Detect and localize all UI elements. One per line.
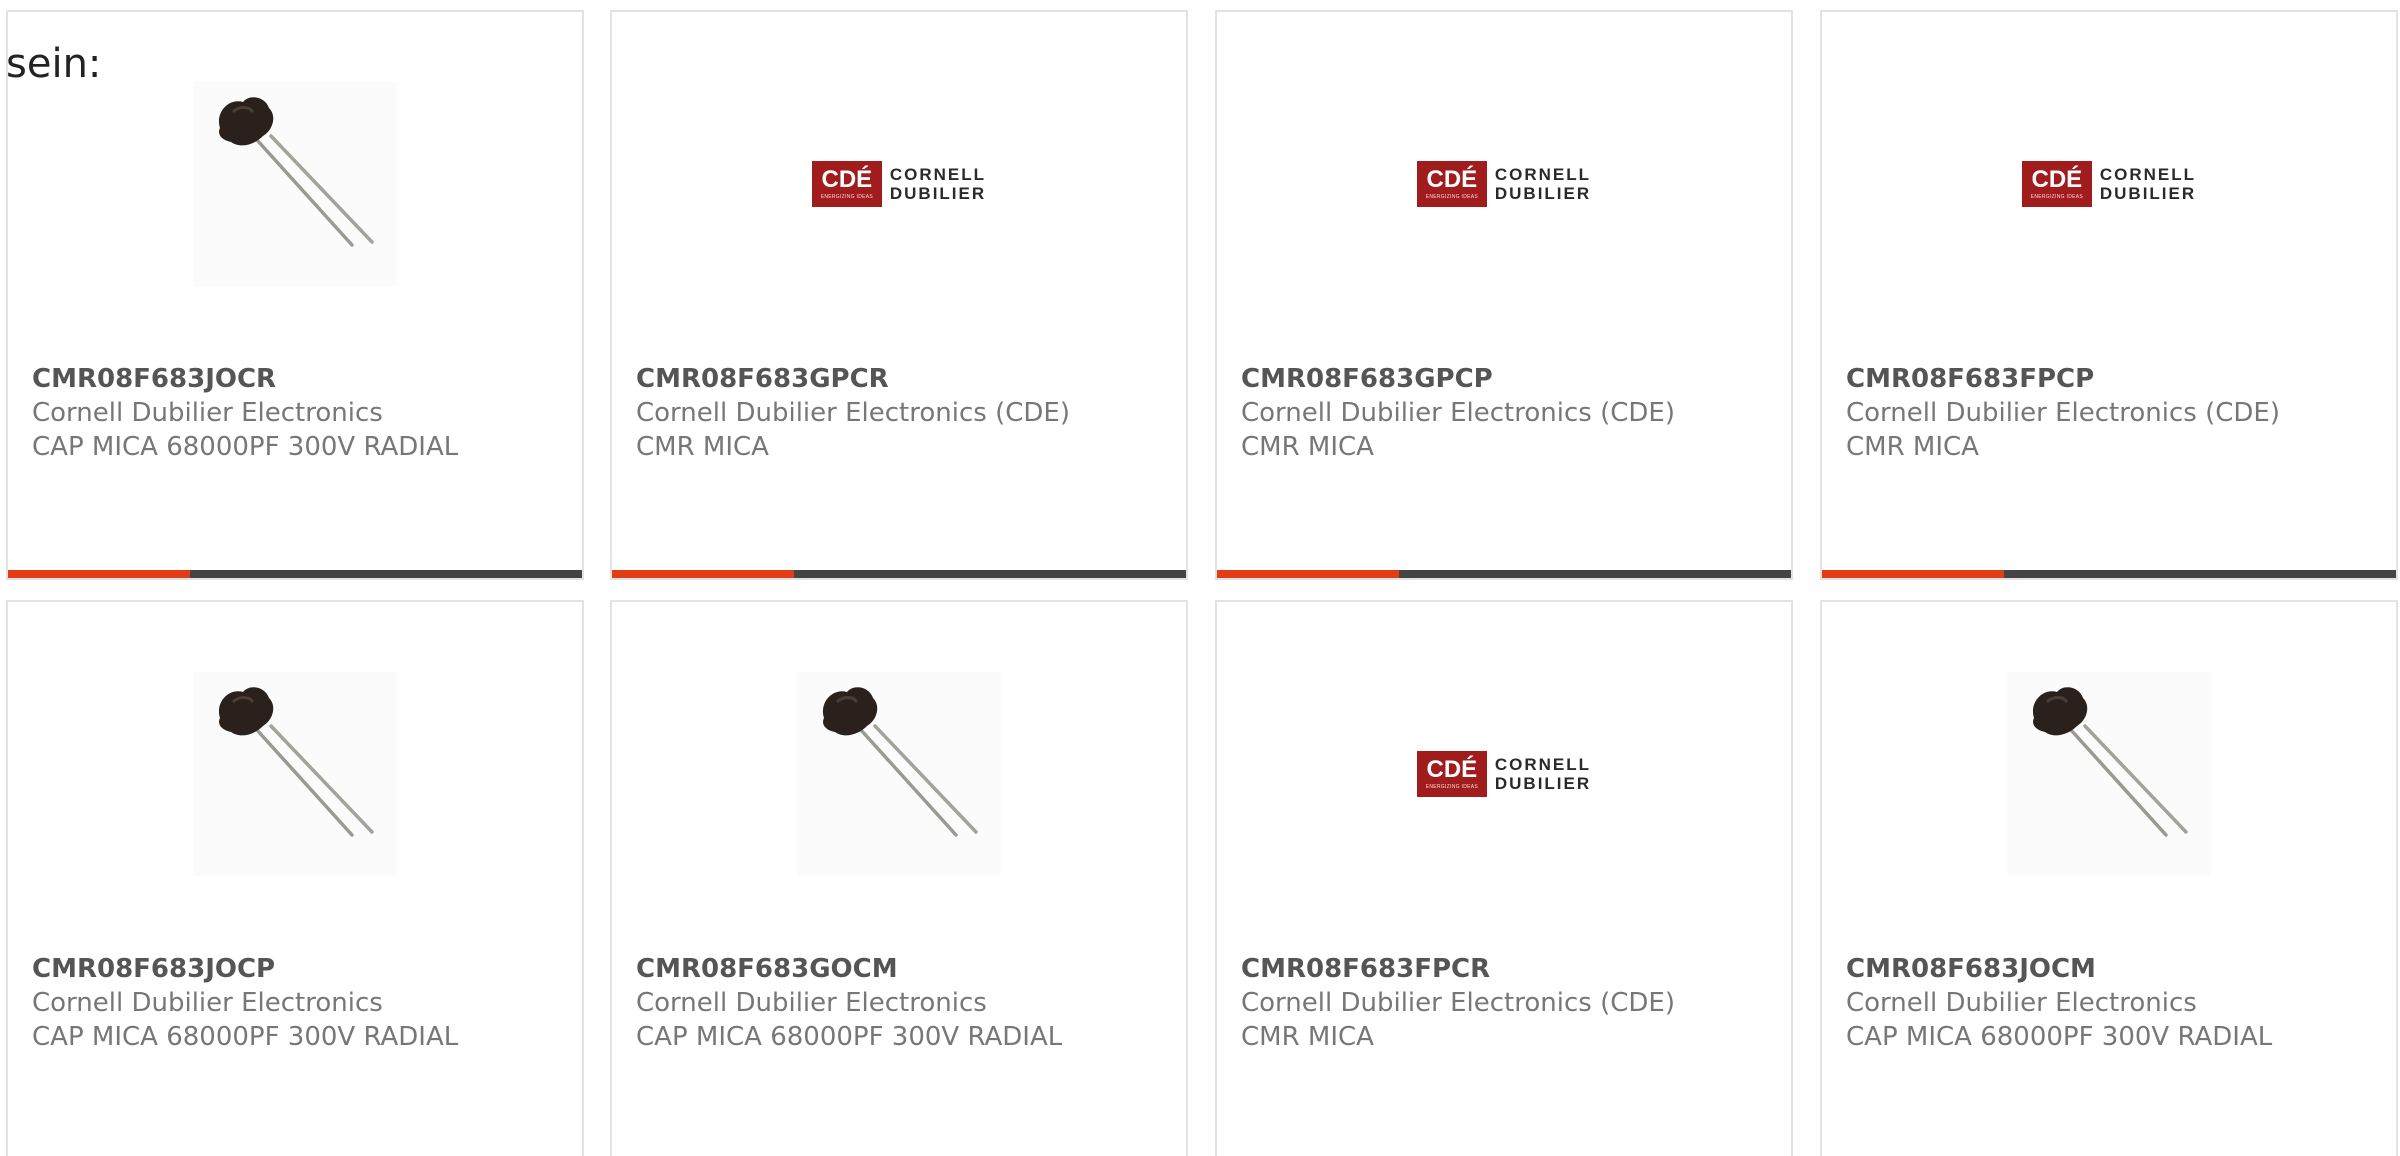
product-card[interactable]: CDÉ ENERGIZING IDEAS CORNELL DUBILIER CM… [1215,600,1793,1156]
product-card[interactable]: CMR08F683JOCM Cornell Dubilier Electronic… [1820,600,2398,1156]
card-bottom-bar-accent [612,570,794,578]
cde-logo-badge: CDÉ ENERGIZING IDEAS [1416,751,1487,797]
capacitor-image [193,672,397,876]
cde-logo: CDÉ ENERGIZING IDEAS CORNELL DUBILIER [1416,751,1591,797]
cde-logo-tagline: ENERGIZING IDEAS [2030,194,2084,200]
product-image[interactable] [193,82,397,286]
cde-logo-badge-text: CDÉ [821,166,873,193]
product-card[interactable]: CMR08F683JOCR Cornell Dubilier Electronic… [6,10,584,580]
cde-logo-words: CORNELL DUBILIER [2100,165,2196,203]
product-manufacturer: Cornell Dubilier Electronics (CDE) [1241,988,1675,1018]
cde-logo-line2: DUBILIER [1494,184,1592,203]
product-info: CMR08F683JOCP Cornell Dubilier Electronic… [32,952,566,1054]
cde-logo-badge-text: CDÉ [1426,756,1478,783]
cde-logo-line1: CORNELL [2099,165,2197,184]
cde-logo-words: CORNELL DUBILIER [890,165,986,203]
product-info: CMR08F683JOCR Cornell Dubilier Electronic… [32,362,566,464]
capacitor-icon [218,687,374,837]
product-part-number[interactable]: CMR08F683GPCR [636,362,1170,396]
capacitor-icon [218,97,374,247]
cde-logo-badge-text: CDÉ [2031,166,2083,193]
product-part-number[interactable]: CMR08F683FPCR [1241,952,1775,986]
product-part-number[interactable]: CMR08F683FPCP [1846,362,2380,396]
product-info: CMR08F683JOCM Cornell Dubilier Electronic… [1846,952,2380,1054]
card-bottom-bar-accent [1217,570,1399,578]
cde-logo-line1: CORNELL [1494,165,1592,184]
cde-logo-badge: CDÉ ENERGIZING IDEAS [811,161,882,207]
product-part-number[interactable]: CMR08F683JOCM [1846,952,2380,986]
product-info: CMR08F683GOCM Cornell Dubilier Electronic… [636,952,1170,1054]
product-description: CMR MICA [1241,432,1374,462]
product-manufacturer: Cornell Dubilier Electronics [32,988,383,1018]
cde-logo: CDÉ ENERGIZING IDEAS CORNELL DUBILIER [811,161,986,207]
product-manufacturer: Cornell Dubilier Electronics (CDE) [1241,398,1675,428]
product-card[interactable]: CMR08F683GOCM Cornell Dubilier Electronic… [610,600,1188,1156]
capacitor-image [193,82,397,286]
product-grid-page: sein: CMR08F683JOCR Cornell Dubilier Elec… [0,0,2400,1156]
product-card[interactable]: CMR08F683JOCP Cornell Dubilier Electronic… [6,600,584,1156]
capacitor-icon [2032,687,2188,837]
product-info: CMR08F683GPCR Cornell Dubilier Electronic… [636,362,1170,464]
card-bottom-bar-accent [8,570,190,578]
product-part-number[interactable]: CMR08F683JOCR [32,362,566,396]
product-manufacturer: Cornell Dubilier Electronics [636,988,987,1018]
card-bottom-bar [612,570,1186,578]
cde-logo-tagline: ENERGIZING IDEAS [1425,194,1479,200]
cde-logo-tagline: ENERGIZING IDEAS [820,194,874,200]
cde-logo-line1: CORNELL [889,165,987,184]
cde-logo-line1: CORNELL [1494,755,1592,774]
product-description: CMR MICA [636,432,769,462]
card-bottom-bar-accent [1822,570,2004,578]
product-info: CMR08F683GPCP Cornell Dubilier Electronic… [1241,362,1775,464]
product-image[interactable]: CDÉ ENERGIZING IDEAS CORNELL DUBILIER [797,82,1001,286]
product-manufacturer: Cornell Dubilier Electronics (CDE) [636,398,1070,428]
intro-text: sein: [6,41,102,87]
cde-logo-words: CORNELL DUBILIER [1495,165,1591,203]
product-part-number[interactable]: CMR08F683GPCP [1241,362,1775,396]
cde-logo: CDÉ ENERGIZING IDEAS CORNELL DUBILIER [1416,161,1591,207]
product-image[interactable]: CDÉ ENERGIZING IDEAS CORNELL DUBILIER [1402,672,1606,876]
product-description: CMR MICA [1241,1022,1374,1052]
product-description: CAP MICA 68000PF 300V RADIAL [32,432,459,462]
cde-logo-line2: DUBILIER [889,184,987,203]
card-bottom-bar [1217,570,1791,578]
product-image[interactable] [193,672,397,876]
product-card[interactable]: CDÉ ENERGIZING IDEAS CORNELL DUBILIER CM… [1215,10,1793,580]
capacitor-icon [822,687,978,837]
product-description: CAP MICA 68000PF 300V RADIAL [1846,1022,2273,1052]
card-bottom-bar [8,570,582,578]
capacitor-image [2007,672,2211,876]
product-card[interactable]: CDÉ ENERGIZING IDEAS CORNELL DUBILIER CM… [1820,10,2398,580]
cde-logo-badge-text: CDÉ [1426,166,1478,193]
product-manufacturer: Cornell Dubilier Electronics (CDE) [1846,398,2280,428]
cde-logo-line2: DUBILIER [2099,184,2197,203]
product-info: CMR08F683FPCR Cornell Dubilier Electronic… [1241,952,1775,1054]
product-manufacturer: Cornell Dubilier Electronics [1846,988,2197,1018]
cde-logo-words: CORNELL DUBILIER [1495,755,1591,793]
cde-logo-badge: CDÉ ENERGIZING IDEAS [2021,161,2092,207]
card-bottom-bar [1822,570,2396,578]
cde-logo-line2: DUBILIER [1494,774,1592,793]
product-image[interactable]: CDÉ ENERGIZING IDEAS CORNELL DUBILIER [2007,82,2211,286]
product-info: CMR08F683FPCP Cornell Dubilier Electronic… [1846,362,2380,464]
product-part-number[interactable]: CMR08F683GOCM [636,952,1170,986]
capacitor-image [797,672,1001,876]
product-card[interactable]: CDÉ ENERGIZING IDEAS CORNELL DUBILIER CM… [610,10,1188,580]
product-description: CAP MICA 68000PF 300V RADIAL [32,1022,459,1052]
product-image[interactable] [797,672,1001,876]
product-description: CAP MICA 68000PF 300V RADIAL [636,1022,1063,1052]
product-image[interactable]: CDÉ ENERGIZING IDEAS CORNELL DUBILIER [1402,82,1606,286]
product-manufacturer: Cornell Dubilier Electronics [32,398,383,428]
product-part-number[interactable]: CMR08F683JOCP [32,952,566,986]
product-image[interactable] [2007,672,2211,876]
cde-logo: CDÉ ENERGIZING IDEAS CORNELL DUBILIER [2021,161,2196,207]
product-description: CMR MICA [1846,432,1979,462]
cde-logo-tagline: ENERGIZING IDEAS [1425,784,1479,790]
cde-logo-badge: CDÉ ENERGIZING IDEAS [1416,161,1487,207]
